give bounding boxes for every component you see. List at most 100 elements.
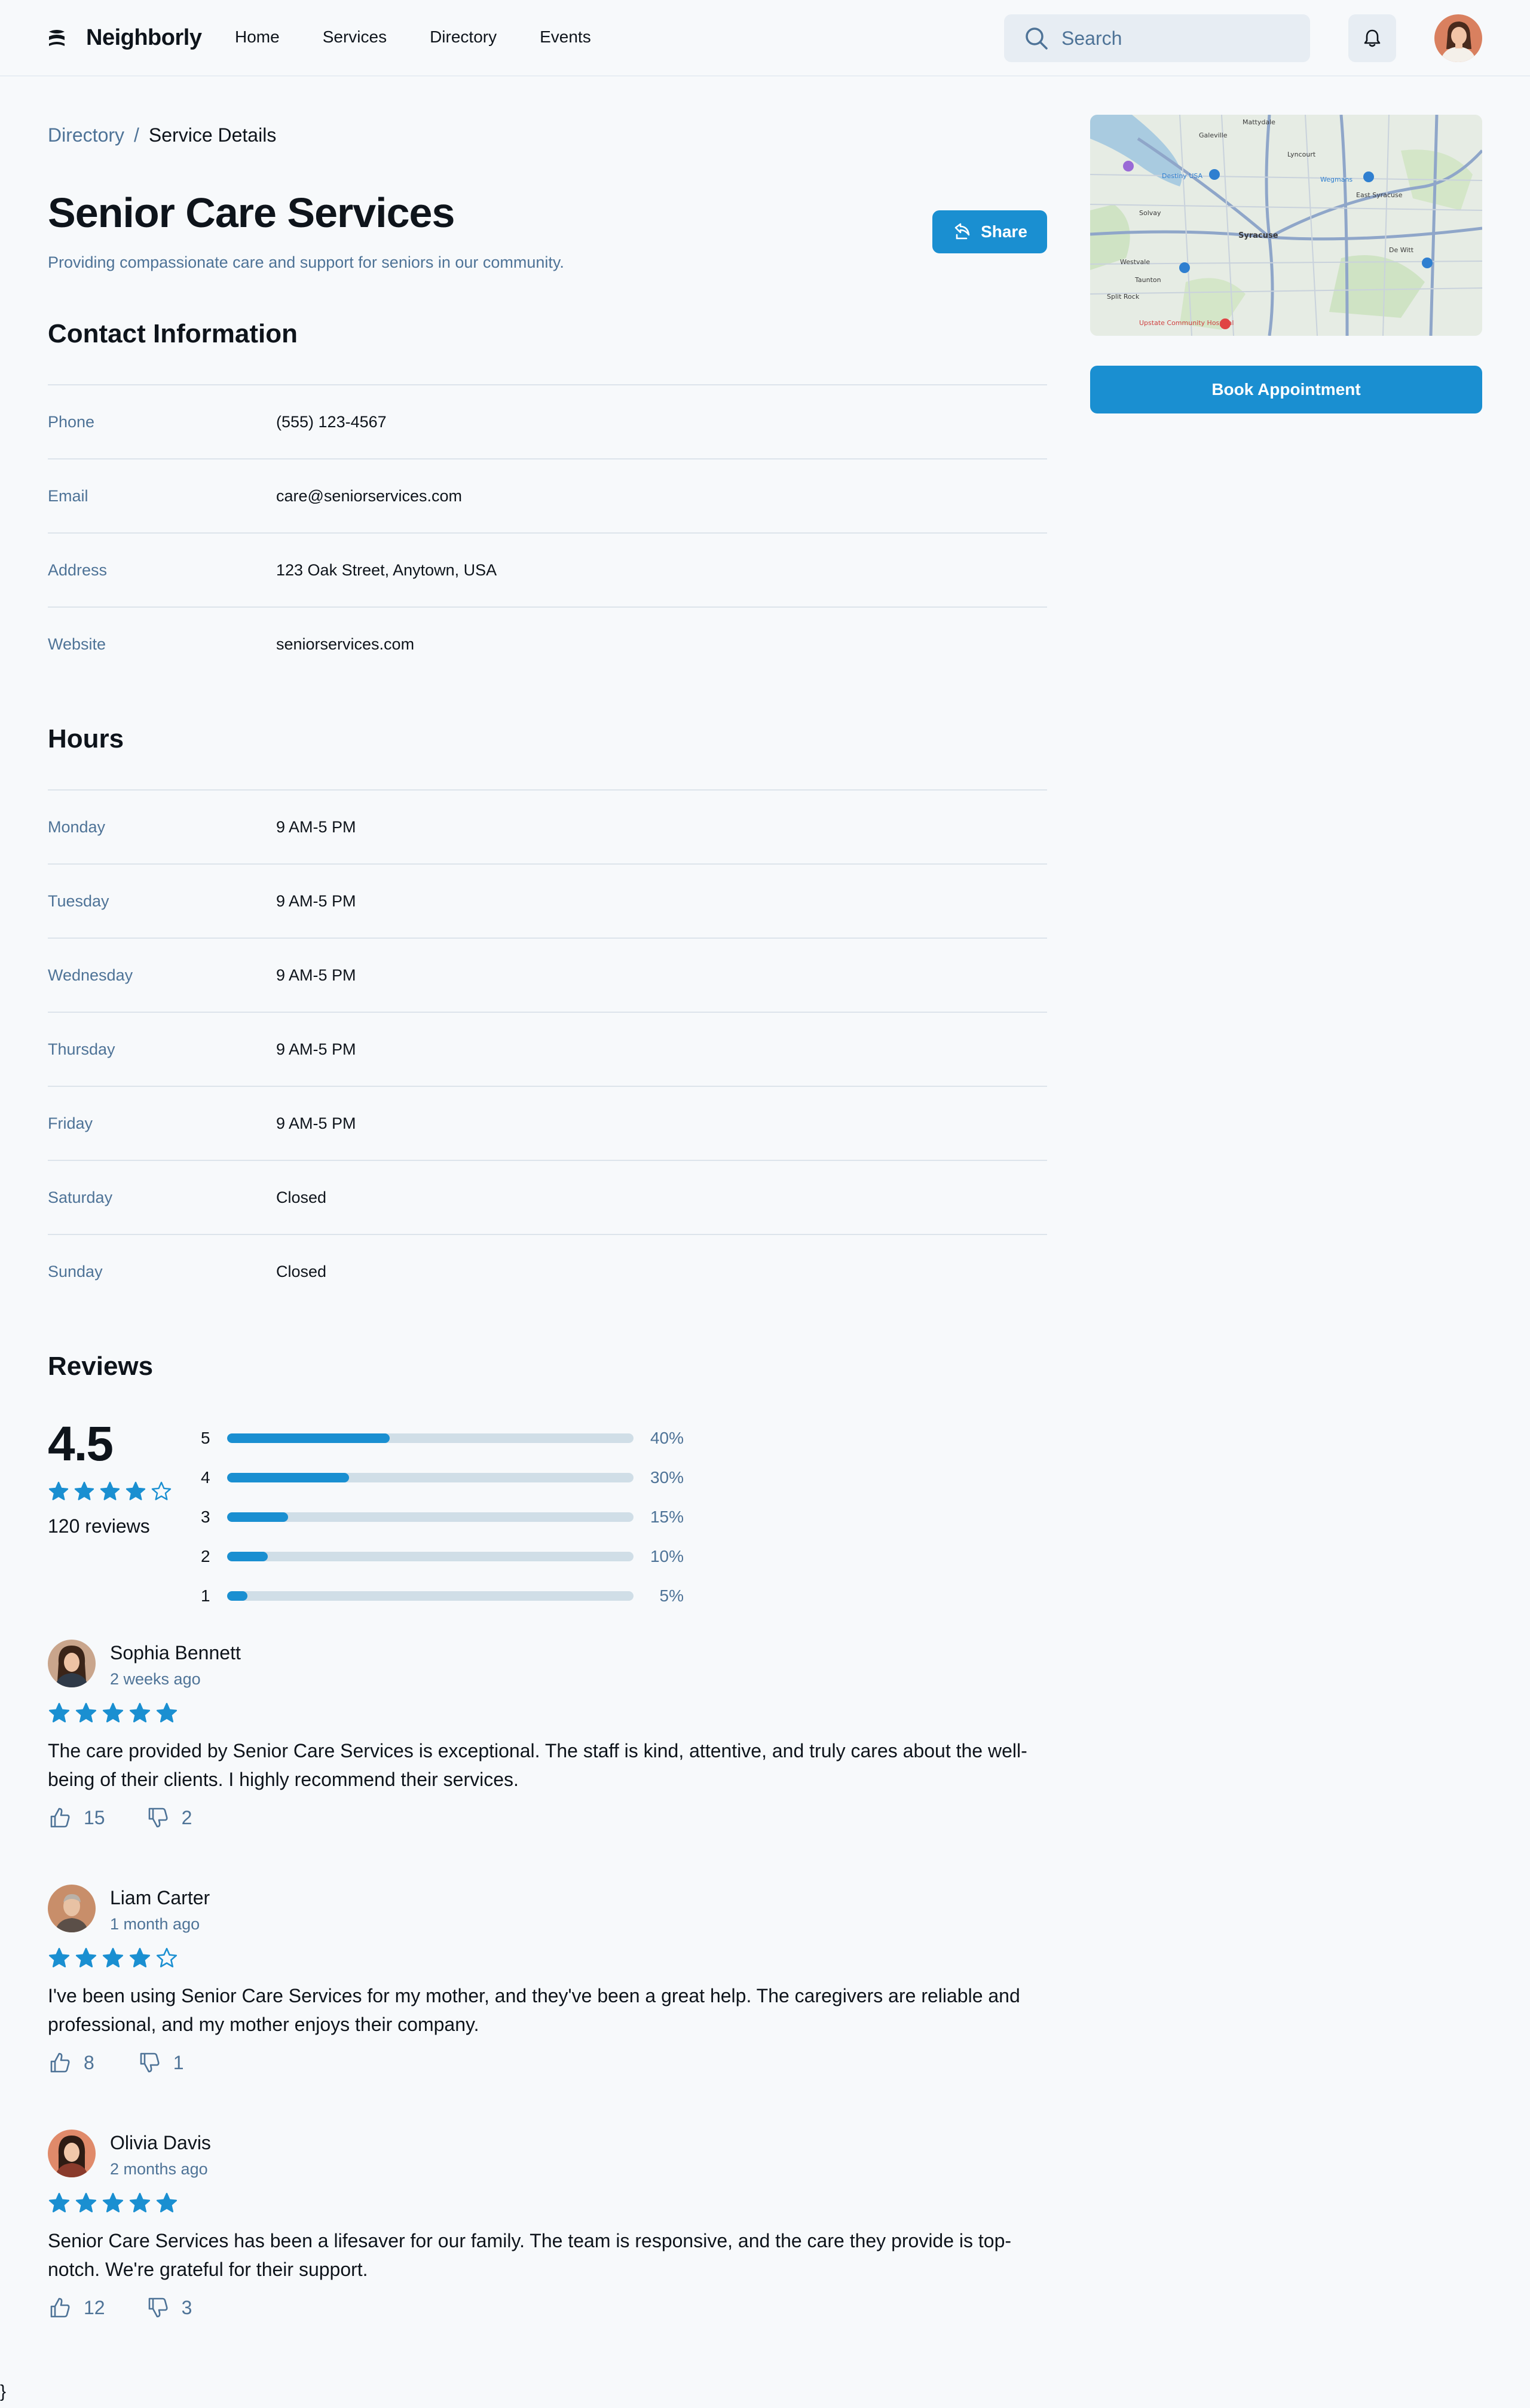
star-filled-icon xyxy=(48,1481,69,1500)
like-count: 15 xyxy=(84,1806,105,1828)
contact-email[interactable]: care@seniorservices.com xyxy=(276,487,462,506)
map-label: East Syracuse xyxy=(1356,191,1403,199)
reviewer-name: Olivia Davis xyxy=(110,2132,211,2153)
thumbs-down-icon xyxy=(148,1807,168,1828)
hours-row: Monday 9 AM-5 PM xyxy=(48,789,1047,863)
hours-day: Friday xyxy=(48,1114,93,1132)
review-stars xyxy=(48,2192,1047,2214)
star-filled-icon xyxy=(126,1481,146,1500)
review-count: 120 reviews xyxy=(48,1515,150,1537)
contact-label: Website xyxy=(48,635,106,653)
share-button[interactable]: Share xyxy=(932,210,1047,253)
star-filled-icon xyxy=(129,1947,151,1968)
rating-bar-track xyxy=(227,1591,634,1601)
dislike-count: 2 xyxy=(181,1806,192,1828)
reviewer-meta: Sophia Bennett 2 weeks ago xyxy=(110,1640,241,1689)
star-filled-icon xyxy=(156,2192,178,2213)
hours-row: Friday 9 AM-5 PM xyxy=(48,1086,1047,1160)
search-input[interactable] xyxy=(1061,27,1289,50)
reviews-heading: Reviews xyxy=(48,1352,154,1381)
like-count: 8 xyxy=(84,2051,94,2073)
star-filled-icon xyxy=(74,1481,94,1500)
hours-value: 9 AM-5 PM xyxy=(276,1040,356,1058)
breadcrumb-directory[interactable]: Directory xyxy=(48,124,124,146)
dislike-count: 1 xyxy=(173,2051,184,2073)
contact-website[interactable]: seniorservices.com xyxy=(276,635,414,654)
reviewer-avatar xyxy=(48,2130,96,2177)
user-avatar[interactable] xyxy=(1434,14,1482,62)
rating-bar-fill xyxy=(227,1591,247,1601)
dislike-button[interactable]: 1 xyxy=(137,2051,184,2075)
like-button[interactable]: 8 xyxy=(48,2051,94,2075)
review-date: 2 months ago xyxy=(110,2160,208,2178)
rating-bar-row: 4 30% xyxy=(201,1458,684,1497)
reviewer-avatar-image xyxy=(48,1885,96,1932)
hours-row: Wednesday 9 AM-5 PM xyxy=(48,938,1047,1012)
dislike-count: 3 xyxy=(181,2296,192,2318)
nav-home[interactable]: Home xyxy=(235,27,280,47)
dislike-button[interactable]: 3 xyxy=(146,2296,192,2320)
map-label: Taunton xyxy=(1134,276,1161,284)
hours-value: 9 AM-5 PM xyxy=(276,891,356,910)
book-appointment-button[interactable]: Book Appointment xyxy=(1090,366,1482,413)
like-button[interactable]: 15 xyxy=(48,1806,105,1830)
thumbs-down-icon xyxy=(148,2297,168,2318)
contact-phone[interactable]: (555) 123-4567 xyxy=(276,413,387,431)
location-map[interactable]: Mattydale Galeville Lyncourt Wegmans Eas… xyxy=(1090,115,1482,336)
rating-bar-stars: 2 xyxy=(201,1547,210,1565)
map-label: Solvay xyxy=(1139,209,1161,217)
top-header: Neighborly Home Services Directory Event… xyxy=(0,0,1530,76)
hours-day: Monday xyxy=(48,817,106,836)
hours-row: Tuesday 9 AM-5 PM xyxy=(48,863,1047,938)
star-outline-icon xyxy=(156,1947,178,1968)
map-label: Mattydale xyxy=(1243,118,1275,126)
rating-bar-row: 2 10% xyxy=(201,1537,684,1576)
review-text: I've been using Senior Care Services for… xyxy=(48,1985,1020,2035)
reviewer-avatar xyxy=(48,1885,96,1932)
contact-row-email: Email care@seniorservices.com xyxy=(48,458,1047,532)
notifications-button[interactable] xyxy=(1348,14,1396,62)
average-rating: 4.5 xyxy=(48,1417,114,1471)
review-header: Sophia Bennett 2 weeks ago xyxy=(48,1640,1047,1689)
rating-bar-track xyxy=(227,1433,634,1443)
nav-events[interactable]: Events xyxy=(540,27,591,47)
reviewer-avatar xyxy=(48,1640,96,1687)
map-image: Mattydale Galeville Lyncourt Wegmans Eas… xyxy=(1090,115,1482,336)
reviewer-avatar-image xyxy=(48,2130,96,2177)
star-filled-icon xyxy=(48,2192,70,2213)
star-filled-icon xyxy=(102,2192,124,2213)
contact-address: 123 Oak Street, Anytown, USA xyxy=(276,560,497,579)
hours-heading: Hours xyxy=(48,724,124,753)
reviewer-name: Sophia Bennett xyxy=(110,1642,241,1663)
rating-bar-stars: 5 xyxy=(201,1429,210,1447)
rating-bar-fill xyxy=(227,1433,390,1443)
share-icon xyxy=(954,223,970,240)
nav-directory[interactable]: Directory xyxy=(430,27,497,47)
contact-row-website: Website seniorservices.com xyxy=(48,606,1047,681)
map-label: Destiny USA xyxy=(1162,172,1203,180)
map-label: Westvale xyxy=(1120,258,1150,266)
hours-value: Closed xyxy=(276,1188,327,1206)
review-actions: 8 1 xyxy=(48,2051,1047,2075)
search-box[interactable] xyxy=(1004,14,1310,62)
nav-services[interactable]: Services xyxy=(323,27,387,47)
contact-label: Address xyxy=(48,560,108,579)
contact-heading: Contact Information xyxy=(48,319,298,348)
rating-bar-percent: 30% xyxy=(650,1468,684,1487)
brand-logo[interactable]: Neighborly xyxy=(48,25,202,51)
rating-bar-percent: 10% xyxy=(650,1547,684,1565)
hours-table: Monday 9 AM-5 PM Tuesday 9 AM-5 PM Wedne… xyxy=(48,789,1047,1308)
map-label: De Witt xyxy=(1389,246,1414,254)
reviewer-meta: Liam Carter 1 month ago xyxy=(110,1885,210,1934)
reviewer-name: Liam Carter xyxy=(110,1887,210,1908)
like-button[interactable]: 12 xyxy=(48,2296,105,2320)
rating-distribution: 5 40% 4 30% 3 15% 2 10% 1 5% xyxy=(201,1419,684,1616)
dislike-button[interactable]: 2 xyxy=(146,1806,192,1830)
contact-label: Email xyxy=(48,486,88,505)
reviewer-avatar-image xyxy=(48,1640,96,1687)
contact-table: Phone (555) 123-4567 Email care@seniorse… xyxy=(48,384,1047,681)
review-date: 1 month ago xyxy=(110,1915,200,1933)
like-count: 12 xyxy=(84,2296,105,2318)
hours-value: 9 AM-5 PM xyxy=(276,817,356,836)
rating-bar-track xyxy=(227,1552,634,1561)
